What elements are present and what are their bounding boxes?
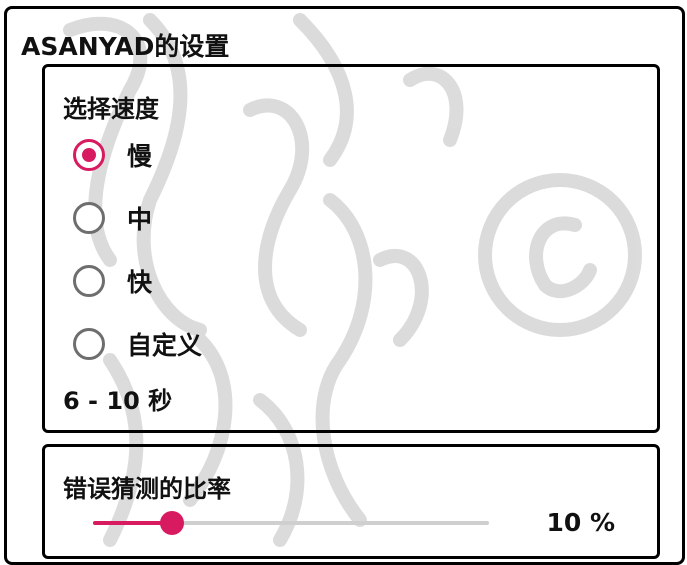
error-ratio-card: 错误猜测的比率 10 % [42, 444, 660, 559]
radio-option-fast[interactable]: 快 [73, 259, 152, 303]
radio-option-medium[interactable]: 中 [73, 196, 152, 240]
radio-button[interactable] [73, 202, 105, 234]
radio-label-medium: 中 [127, 205, 153, 234]
radio-option-custom[interactable]: 自定义 [73, 322, 202, 366]
speed-range-text: 6 - 10 秒 [63, 387, 173, 415]
radio-option-slow[interactable]: 慢 [73, 133, 152, 177]
settings-panel: ASANYAD的设置 选择速度 慢 中 快 自定义 6 - 10 秒 错误猜测的… [4, 6, 685, 565]
radio-button-checked[interactable] [73, 139, 105, 171]
radio-button[interactable] [73, 265, 105, 297]
error-ratio-label: 错误猜测的比率 [63, 475, 231, 503]
radio-label-custom: 自定义 [127, 331, 203, 360]
radio-label-fast: 快 [127, 268, 153, 297]
radio-label-slow: 慢 [127, 142, 153, 171]
error-ratio-slider[interactable] [93, 508, 489, 538]
error-ratio-value: 10 % [546, 508, 615, 537]
speed-card: 选择速度 慢 中 快 自定义 6 - 10 秒 [42, 64, 660, 433]
slider-thumb[interactable] [160, 511, 185, 535]
radio-button[interactable] [73, 328, 105, 360]
speed-section-label: 选择速度 [63, 95, 159, 123]
window-title: ASANYAD的设置 [21, 32, 230, 61]
